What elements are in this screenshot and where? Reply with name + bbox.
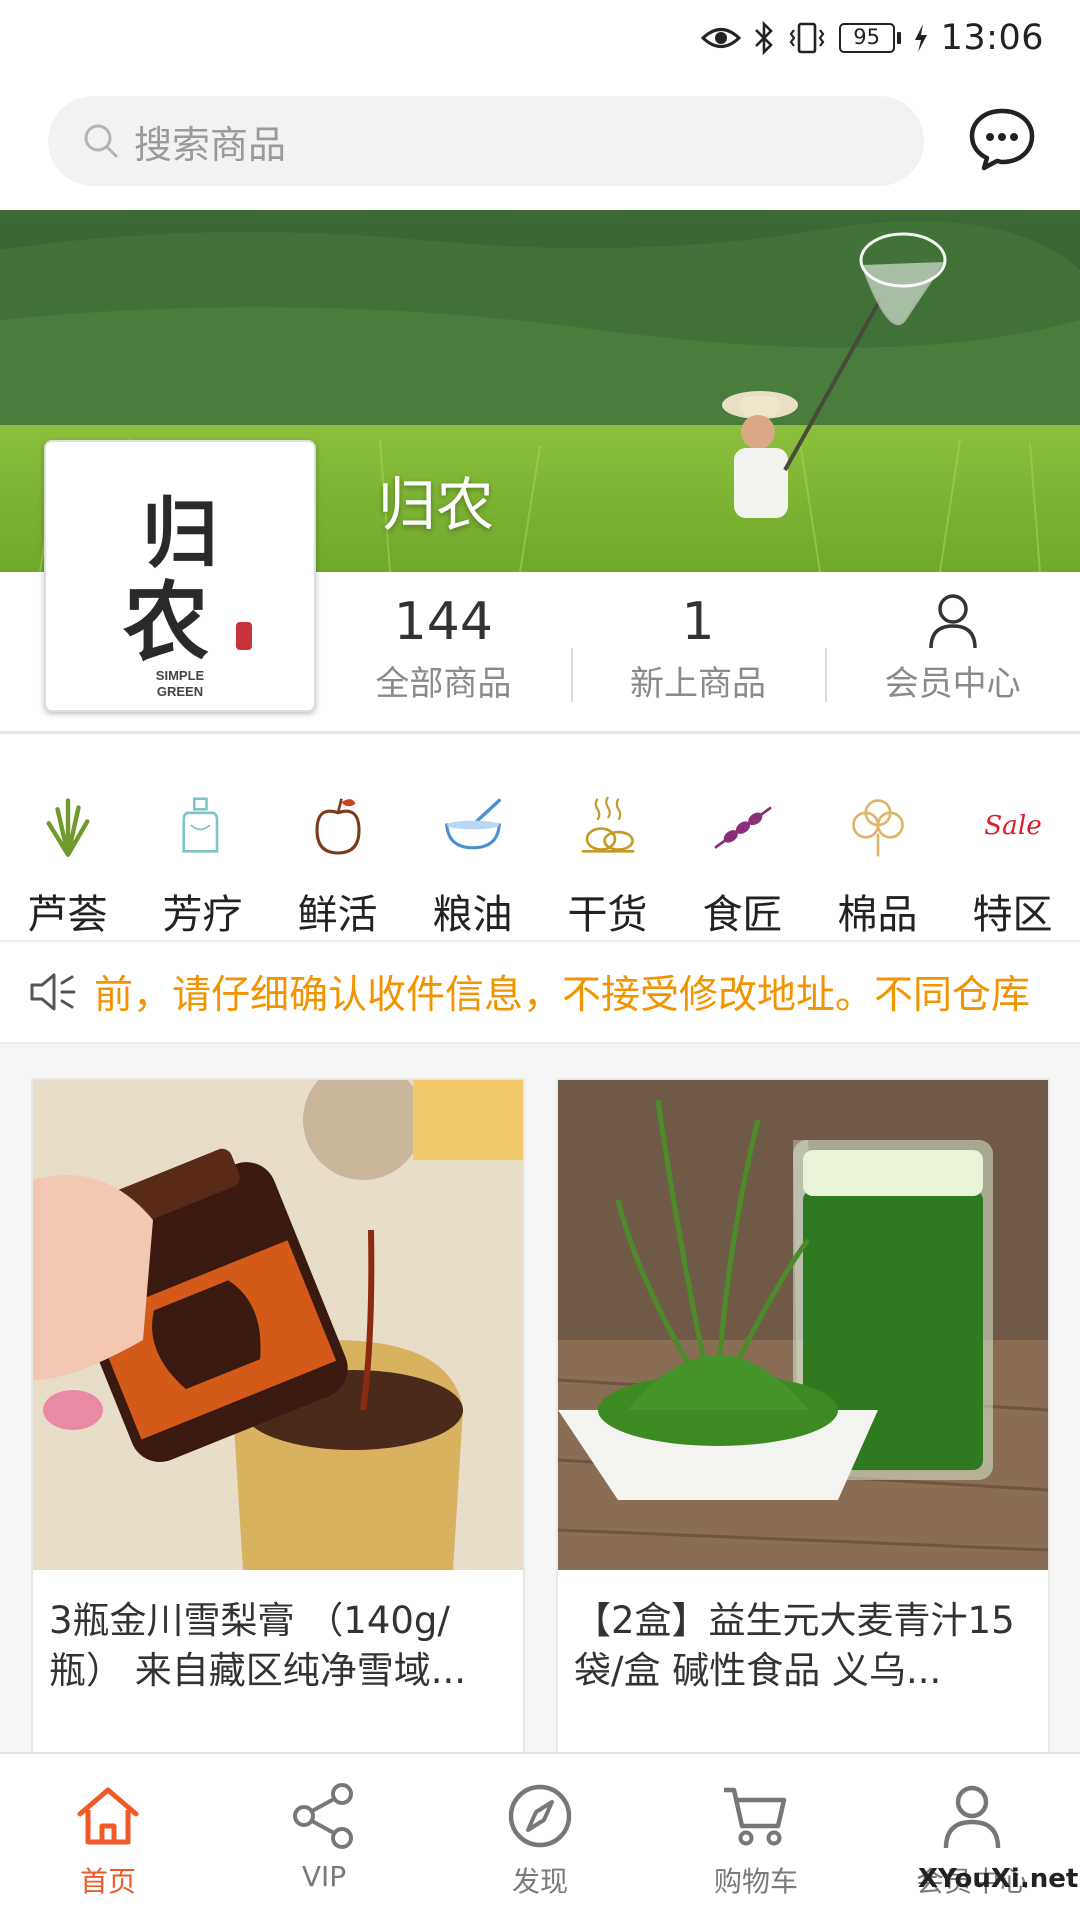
user-icon [928, 594, 977, 649]
battery-level: 95 [838, 23, 895, 53]
aroma-bottle-icon [181, 797, 218, 853]
stat-value: 1 [681, 592, 715, 652]
bluetooth-icon [754, 21, 773, 55]
home-icon [77, 1787, 139, 1845]
grain-bowl-icon [444, 798, 501, 850]
message-icon[interactable] [968, 106, 1036, 172]
shop-stats: 144 全部商品 1 新上商品 会员中心 [316, 572, 1080, 734]
nav-discover[interactable]: 发现 [432, 1754, 648, 1920]
sale-icon: Sale [984, 811, 1042, 841]
status-time: 13:06 [940, 18, 1044, 58]
notice-bar[interactable]: 前，请仔细确认收件信息，不接受修改地址。不同仓库 [0, 940, 1080, 1044]
logo-text: 归 [142, 489, 218, 578]
stat-label: 全部商品 [375, 664, 512, 704]
bottom-navigation: 首页 VIP 发现 购物车 会员中心 [0, 1752, 1080, 1920]
product-image [33, 1080, 523, 1570]
logo-subtext-2: GREEN [157, 684, 203, 699]
search-header: 搜索商品 [0, 76, 1080, 210]
category-bar: 芦荟 芳疗 鲜活 粮油 干货 食匠 棉品 Sale 特区 [0, 764, 1080, 940]
product-card[interactable]: 3瓶金川雪梨膏 （140g/瓶） 来自藏区纯净雪域... [31, 1078, 525, 1778]
eye-comfort-icon [700, 28, 741, 48]
category-dried-goods[interactable]: 干货 [540, 764, 675, 940]
vibrate-icon [789, 22, 824, 54]
stat-value: 144 [393, 592, 493, 652]
stat-new-products[interactable]: 1 新上商品 [570, 572, 826, 734]
product-title: 3瓶金川雪梨膏 （140g/瓶） 来自藏区纯净雪域... [49, 1599, 467, 1692]
logo-text-2: 农 [123, 572, 209, 673]
search-icon [84, 124, 118, 158]
nav-label: VIP [301, 1860, 347, 1893]
aloe-icon [46, 798, 89, 857]
product-title: 【2盒】益生元大麦青汁15袋/盒 碱性食品 义乌... [574, 1599, 1015, 1692]
category-label: 棉品 [837, 892, 918, 938]
nav-vip[interactable]: VIP [216, 1754, 432, 1920]
search-placeholder: 搜索商品 [134, 122, 287, 167]
nav-label: 发现 [511, 1865, 568, 1898]
category-fresh[interactable]: 鲜活 [270, 764, 405, 940]
status-bar: 95 13:06 [0, 0, 1080, 76]
stat-member-center[interactable]: 会员中心 [825, 572, 1080, 734]
charging-icon [914, 24, 927, 52]
watermark: XYouXi.net [918, 1864, 1079, 1894]
category-label: 粮油 [432, 892, 513, 938]
nav-cart[interactable]: 购物车 [648, 1754, 864, 1920]
category-label: 食匠 [702, 892, 783, 938]
shop-logo: 归 农 SIMPLE GREEN [44, 440, 316, 712]
product-card[interactable]: 【2盒】益生元大麦青汁15袋/盒 碱性食品 义乌... [556, 1078, 1050, 1778]
category-label: 芳疗 [162, 892, 243, 938]
category-cotton[interactable]: 棉品 [810, 764, 945, 940]
share-icon [293, 1783, 353, 1849]
speaker-icon [30, 973, 76, 1011]
product-grid: 3瓶金川雪梨膏 （140g/瓶） 来自藏区纯净雪域... 【2盒】益生元大麦青汁… [0, 1044, 1080, 1778]
category-label: 鲜活 [297, 892, 378, 938]
nav-label: 首页 [79, 1865, 136, 1898]
nav-member[interactable]: 会员中心 [864, 1754, 1080, 1920]
category-aloe[interactable]: 芦荟 [0, 764, 135, 940]
user-icon [943, 1785, 1001, 1849]
fruit-icon [314, 798, 361, 855]
category-aromatherapy[interactable]: 芳疗 [135, 764, 270, 940]
category-label: 干货 [567, 892, 648, 938]
battery-indicator: 95 [838, 23, 901, 53]
stat-label: 新上商品 [630, 664, 766, 704]
category-special[interactable]: Sale 特区 [945, 764, 1080, 940]
search-input[interactable]: 搜索商品 [48, 96, 924, 186]
category-label: 芦荟 [27, 892, 108, 938]
notice-text: 前，请仔细确认收件信息，不接受修改地址。不同仓库 [94, 973, 1031, 1018]
category-label: 特区 [972, 892, 1053, 938]
logo-subtext: SIMPLE [156, 668, 205, 683]
cart-icon [724, 1787, 787, 1846]
compass-icon [508, 1784, 572, 1848]
product-image [558, 1080, 1048, 1570]
nav-label: 购物车 [713, 1865, 798, 1898]
category-food-craft[interactable]: 食匠 [675, 764, 810, 940]
skewer-icon [713, 806, 772, 849]
stat-label: 会员中心 [884, 664, 1021, 704]
shop-name: 归农 [378, 471, 495, 539]
dried-goods-icon [581, 796, 634, 853]
sale-icon-text: Sale [984, 811, 1042, 841]
nav-home[interactable]: 首页 [0, 1754, 216, 1920]
stat-all-products[interactable]: 144 全部商品 [316, 572, 571, 734]
cotton-icon [851, 799, 904, 857]
category-grain-oil[interactable]: 粮油 [405, 764, 540, 940]
status-icons: 95 13:06 [700, 14, 1044, 62]
